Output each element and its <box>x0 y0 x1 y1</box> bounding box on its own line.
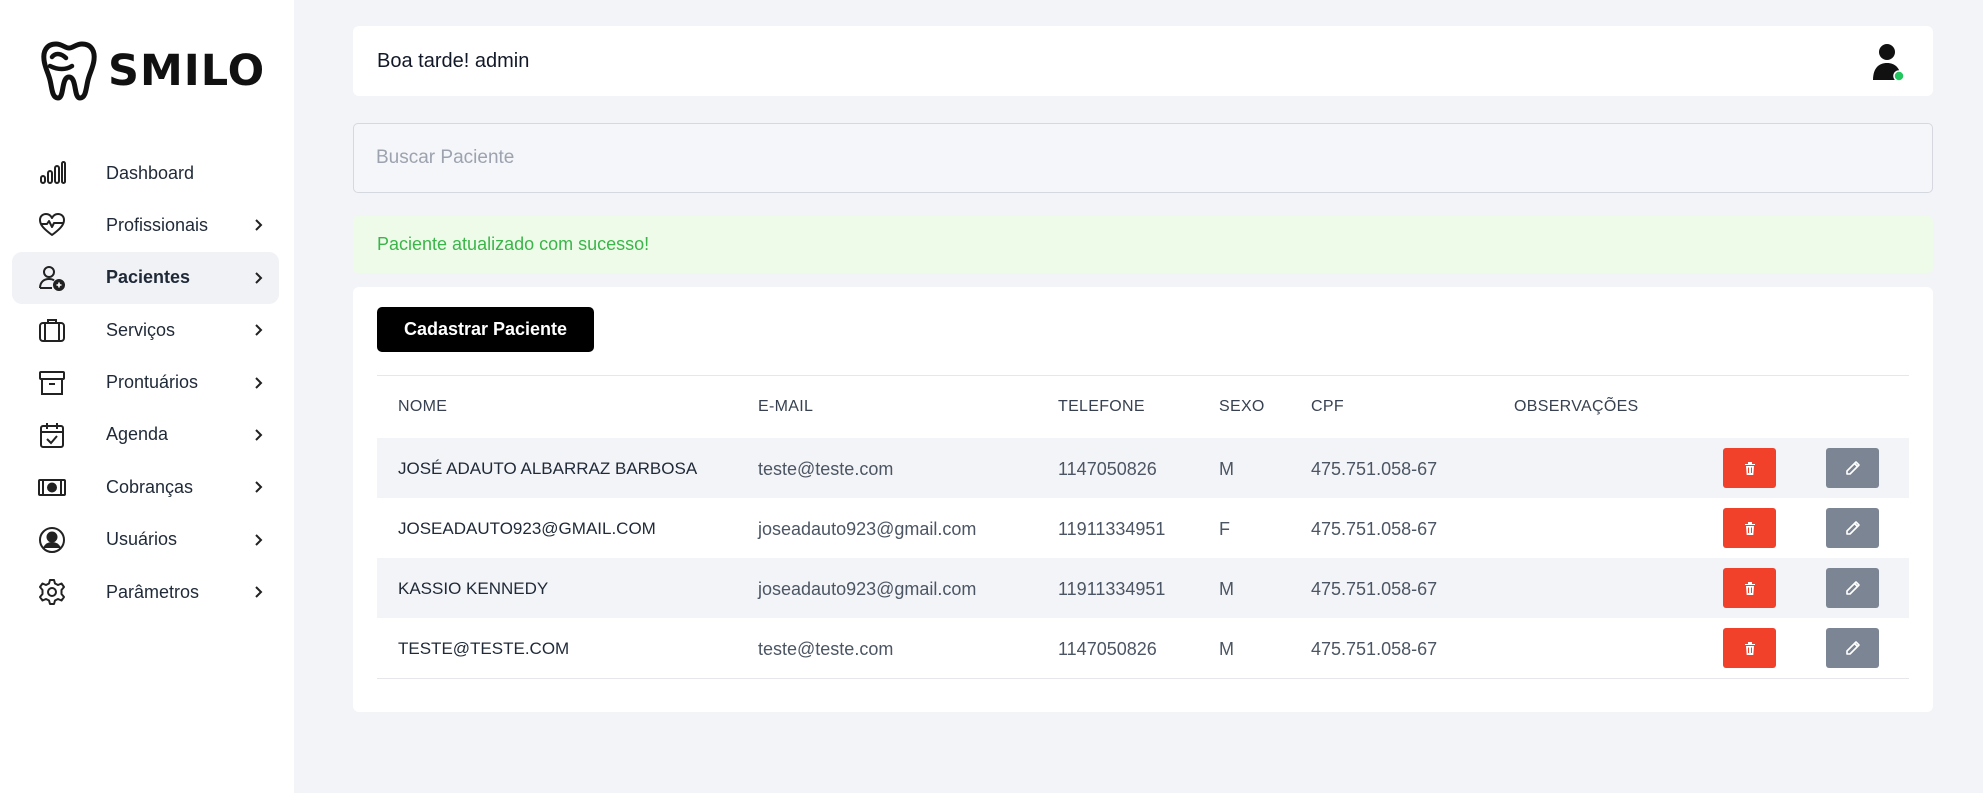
cell-nome: KASSIO KENNEDY <box>398 579 549 598</box>
sidebar-item-label: Parâmetros <box>106 581 200 602</box>
cell-cpf: 475.751.058-67 <box>1311 579 1438 599</box>
delete-button[interactable] <box>1723 448 1776 488</box>
pencil-icon <box>1845 581 1860 595</box>
add-patient-button[interactable]: Cadastrar Paciente <box>377 307 594 352</box>
table-row: KASSIO KENNEDY joseadauto923@gmail.com 1… <box>377 558 1909 618</box>
column-header-telefone: TELEFONE <box>1058 398 1145 415</box>
pencil-icon <box>1845 521 1860 535</box>
archive-icon <box>38 369 66 397</box>
sidebar-item-label: Profissionais <box>106 214 209 235</box>
tooth-logo-icon <box>41 41 97 101</box>
sidebar-item-usuarios[interactable]: Usuários <box>12 514 279 566</box>
edit-button[interactable] <box>1826 628 1879 668</box>
table-row: TESTE@TESTE.COM teste@teste.com 11470508… <box>377 618 1909 678</box>
sidebar-nav: Dashboard Profissionais Pacientes Serviç… <box>12 147 279 619</box>
sidebar-item-agenda[interactable]: Agenda <box>12 409 279 461</box>
cell-telefone: 11911334951 <box>1058 519 1166 539</box>
chevron-right-icon <box>255 272 263 284</box>
sidebar-item-label: Serviços <box>106 319 176 340</box>
chevron-right-icon <box>255 219 263 232</box>
cell-cpf: 475.751.058-67 <box>1311 459 1438 479</box>
edit-button[interactable] <box>1826 568 1879 608</box>
cell-sexo: F <box>1219 519 1230 539</box>
column-header-cpf: CPF <box>1311 398 1344 415</box>
cell-sexo: M <box>1219 579 1234 599</box>
cell-nome: JOSÉ ADAUTO ALBARRAZ BARBOSA <box>398 459 698 478</box>
trash-icon <box>1744 462 1755 475</box>
money-icon <box>38 473 66 501</box>
online-status-dot <box>1893 70 1905 82</box>
delete-button[interactable] <box>1723 568 1776 608</box>
table-row: JOSEADAUTO923@GMAIL.COM joseadauto923@gm… <box>377 498 1909 558</box>
sidebar-item-label: Cobranças <box>106 476 194 497</box>
delete-button[interactable] <box>1723 628 1776 668</box>
chevron-right-icon <box>255 586 263 598</box>
sidebar-item-profissionais[interactable]: Profissionais <box>12 199 279 251</box>
gear-icon <box>38 578 66 606</box>
chevron-right-icon <box>255 429 263 441</box>
column-header-email: E-MAIL <box>758 398 814 415</box>
chevron-right-icon <box>255 481 263 494</box>
sidebar-item-label: Dashboard <box>106 162 195 183</box>
brand-logo[interactable]: SMILO <box>40 40 265 102</box>
heart-pulse-icon <box>38 211 66 239</box>
sidebar-item-servicos[interactable]: Serviços <box>12 304 279 356</box>
cell-cpf: 475.751.058-67 <box>1311 639 1438 659</box>
trash-icon <box>1744 642 1755 655</box>
trash-icon <box>1744 522 1755 535</box>
column-header-observacoes: OBSERVAÇÕES <box>1514 398 1639 415</box>
sidebar-item-label: Usuários <box>106 529 178 550</box>
alert-message: Paciente atualizado com sucesso! <box>377 234 650 254</box>
pencil-icon <box>1845 461 1860 475</box>
user-avatar-icon[interactable] <box>1871 42 1905 82</box>
sidebar: SMILO Dashboard Profissionais Pacientes <box>0 0 294 793</box>
patients-card: Cadastrar Paciente NOME E-MAIL TELEFONE … <box>353 287 1933 712</box>
brand-name: SMILO <box>108 46 266 96</box>
user-add-icon <box>38 264 66 292</box>
edit-button[interactable] <box>1826 508 1879 548</box>
table-header: NOME E-MAIL TELEFONE SEXO CPF OBSERVAÇÕE… <box>377 376 1909 438</box>
sidebar-item-label: Pacientes <box>106 267 191 288</box>
delete-button[interactable] <box>1723 508 1776 548</box>
calendar-check-icon <box>38 421 66 449</box>
chevron-right-icon <box>255 534 263 546</box>
sidebar-item-dashboard[interactable]: Dashboard <box>12 147 279 199</box>
patients-table: NOME E-MAIL TELEFONE SEXO CPF OBSERVAÇÕE… <box>377 375 1909 679</box>
sidebar-item-prontuarios[interactable]: Prontuários <box>12 357 279 409</box>
chevron-right-icon <box>255 376 263 389</box>
greeting-text: Boa tarde! admin <box>377 50 530 72</box>
trash-icon <box>1744 582 1755 595</box>
user-circle-icon <box>38 526 66 554</box>
cell-telefone: 1147050826 <box>1058 459 1157 479</box>
cell-telefone: 1147050826 <box>1058 639 1157 659</box>
sidebar-item-cobrancas[interactable]: Cobranças <box>12 461 279 513</box>
pencil-icon <box>1845 641 1860 655</box>
cell-email: joseadauto923@gmail.com <box>758 579 977 599</box>
briefcase-icon <box>38 316 66 344</box>
chevron-right-icon <box>255 324 263 336</box>
top-header: Boa tarde! admin <box>353 26 1933 96</box>
success-alert: Paciente atualizado com sucesso! <box>353 216 1933 273</box>
column-header-sexo: SEXO <box>1219 398 1265 415</box>
sidebar-item-parametros[interactable]: Parâmetros <box>12 566 279 618</box>
table-row: JOSÉ ADAUTO ALBARRAZ BARBOSA teste@teste… <box>377 438 1909 498</box>
cell-telefone: 11911334951 <box>1058 579 1166 599</box>
search-input[interactable] <box>353 123 1933 193</box>
cell-email: joseadauto923@gmail.com <box>758 519 977 539</box>
sidebar-item-label: Agenda <box>106 424 169 445</box>
cell-email: teste@teste.com <box>758 459 894 479</box>
cell-cpf: 475.751.058-67 <box>1311 519 1438 539</box>
sidebar-item-label: Prontuários <box>106 372 199 393</box>
bar-chart-icon <box>38 159 66 187</box>
cell-sexo: M <box>1219 459 1234 479</box>
sidebar-item-pacientes[interactable]: Pacientes <box>12 251 279 304</box>
cell-sexo: M <box>1219 639 1234 659</box>
cell-email: teste@teste.com <box>758 639 894 659</box>
cell-nome: TESTE@TESTE.COM <box>398 639 570 658</box>
edit-button[interactable] <box>1826 448 1879 488</box>
cell-nome: JOSEADAUTO923@GMAIL.COM <box>398 519 656 538</box>
table-body: JOSÉ ADAUTO ALBARRAZ BARBOSA teste@teste… <box>377 438 1909 678</box>
column-header-nome: NOME <box>398 398 448 415</box>
